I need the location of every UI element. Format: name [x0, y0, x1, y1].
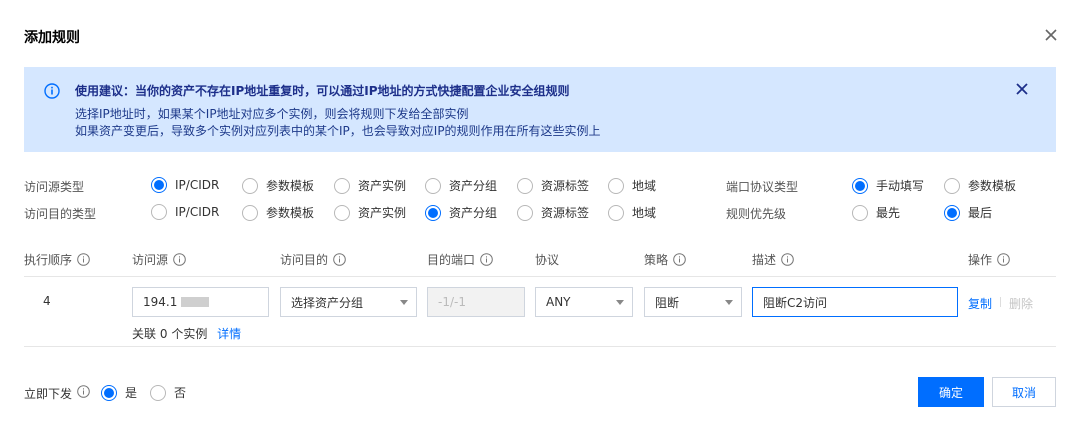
- dest-type-asset-instance[interactable]: 资产实例: [334, 204, 406, 221]
- caret-down-icon: [725, 300, 733, 305]
- info-icon: [44, 83, 60, 99]
- source-type-ipcidr[interactable]: IP/CIDR: [151, 177, 219, 193]
- radio-icon: [151, 204, 167, 220]
- radio-checked-icon: [151, 177, 167, 193]
- source-type-resource-tag[interactable]: 资源标签: [517, 177, 589, 194]
- delete-link: 删除: [1009, 297, 1034, 311]
- deploy-label: 立即下发: [24, 387, 73, 401]
- dest-type-label: 访问目的类型: [24, 207, 97, 221]
- description-input[interactable]: 阻断C2访问: [752, 287, 958, 317]
- priority-last[interactable]: 最后: [944, 204, 992, 221]
- radio-icon: [517, 204, 533, 221]
- col-header-dest: 访问目的: [280, 251, 346, 268]
- caret-down-icon: [400, 300, 408, 305]
- col-header-source: 访问源: [132, 251, 186, 268]
- dest-type-param-template[interactable]: 参数模板: [242, 204, 314, 221]
- priority-first[interactable]: 最先: [852, 204, 900, 221]
- info-circle-icon[interactable]: [673, 253, 686, 266]
- redaction-mask: [181, 297, 210, 307]
- radio-icon: [150, 384, 166, 401]
- row-order: 4: [43, 294, 51, 308]
- radio-icon: [242, 177, 258, 194]
- radio-icon: [334, 177, 350, 194]
- confirm-button[interactable]: 确定: [918, 377, 984, 407]
- associated-instances: 关联 0 个实例 详情: [132, 327, 242, 341]
- info-circle-icon[interactable]: [781, 253, 794, 266]
- notice-line: 如果资产变更后，导致多个实例对应列表中的某个IP，也会导致对应IP的规则作用在所…: [75, 124, 601, 138]
- port-type-manual[interactable]: 手动填写: [852, 177, 924, 194]
- col-header-protocol: 协议: [535, 253, 560, 267]
- radio-icon: [334, 204, 350, 221]
- close-icon[interactable]: [1044, 28, 1058, 42]
- table-divider: [24, 276, 1056, 277]
- details-link[interactable]: 详情: [217, 327, 241, 341]
- col-header-description: 描述: [752, 251, 794, 268]
- radio-icon: [425, 177, 441, 194]
- cancel-button[interactable]: 取消: [992, 377, 1056, 407]
- source-input[interactable]: 194.1: [132, 287, 269, 317]
- notice-heading: 使用建议：当你的资产不存在IP地址重复时，可以通过IP地址的方式快捷配置企业安全…: [75, 84, 570, 98]
- dest-type-ipcidr[interactable]: IP/CIDR: [151, 204, 219, 220]
- dest-select[interactable]: 选择资产分组: [280, 287, 417, 317]
- col-header-port: 目的端口: [427, 251, 493, 268]
- radio-icon: [517, 177, 533, 194]
- col-header-policy: 策略: [644, 251, 686, 268]
- radio-checked-icon: [852, 177, 868, 194]
- dialog-title: 添加规则: [24, 30, 80, 46]
- deploy-yes[interactable]: 是: [101, 384, 137, 401]
- info-circle-icon[interactable]: [77, 253, 90, 266]
- col-header-actions: 操作: [968, 251, 1010, 268]
- info-circle-icon[interactable]: [333, 253, 346, 266]
- source-type-asset-instance[interactable]: 资产实例: [334, 177, 406, 194]
- dest-type-asset-group[interactable]: 资产分组: [425, 204, 497, 221]
- col-header-order: 执行顺序: [24, 251, 90, 268]
- info-circle-icon[interactable]: [77, 385, 90, 398]
- radio-icon: [608, 177, 624, 194]
- radio-checked-icon: [425, 204, 441, 221]
- copy-link[interactable]: 复制: [968, 295, 992, 312]
- info-circle-icon[interactable]: [480, 253, 493, 266]
- radio-checked-icon: [944, 204, 960, 221]
- source-type-label: 访问源类型: [24, 180, 85, 194]
- policy-select[interactable]: 阻断: [644, 287, 742, 317]
- info-circle-icon[interactable]: [173, 253, 186, 266]
- table-divider: [24, 346, 1056, 347]
- port-input: -1/-1: [427, 287, 525, 317]
- dest-type-resource-tag[interactable]: 资源标签: [517, 204, 589, 221]
- notice-line: 选择IP地址时，如果某个IP地址对应多个实例，则会将规则下发给全部实例: [75, 107, 469, 121]
- caret-down-icon: [616, 300, 624, 305]
- notice-close-icon[interactable]: [1016, 83, 1028, 95]
- radio-checked-icon: [101, 384, 117, 401]
- radio-icon: [852, 204, 868, 221]
- protocol-select[interactable]: ANY: [535, 287, 633, 317]
- port-type-param-template[interactable]: 参数模板: [944, 177, 1016, 194]
- radio-icon: [608, 204, 624, 221]
- source-type-region[interactable]: 地域: [608, 177, 656, 194]
- radio-icon: [944, 177, 960, 194]
- radio-icon: [242, 204, 258, 221]
- source-type-asset-group[interactable]: 资产分组: [425, 177, 497, 194]
- action-divider: [1000, 297, 1001, 307]
- info-circle-icon[interactable]: [997, 253, 1010, 266]
- deploy-no[interactable]: 否: [150, 384, 186, 401]
- dest-type-region[interactable]: 地域: [608, 204, 656, 221]
- source-type-param-template[interactable]: 参数模板: [242, 177, 314, 194]
- usage-notice: 使用建议：当你的资产不存在IP地址重复时，可以通过IP地址的方式快捷配置企业安全…: [24, 67, 1056, 152]
- port-type-label: 端口协议类型: [726, 180, 799, 194]
- priority-label: 规则优先级: [726, 207, 787, 221]
